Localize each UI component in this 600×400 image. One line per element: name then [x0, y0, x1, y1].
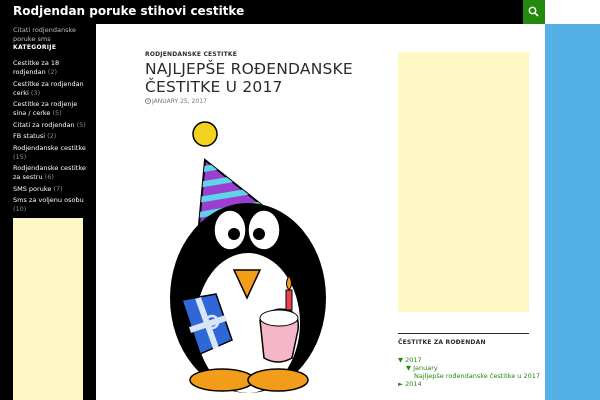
post-date-text: JANUARY 25, 2017: [152, 98, 207, 105]
sidebar-ad-placeholder: [13, 218, 83, 400]
category-count: (3): [30, 88, 41, 97]
list-item: Rodjendanske cestitke za sestru (6): [13, 164, 91, 182]
birthday-penguin-illustration: [170, 121, 326, 393]
category-link[interactable]: Cestitke za rodjenje sina / cerke: [13, 100, 77, 117]
list-item: Citati za rodjendan (5): [13, 121, 91, 130]
list-item: Rodjendanske cestitke (15): [13, 144, 91, 162]
list-item: SMS poruke (7): [13, 185, 91, 194]
left-sidebar: Citati rodjendanske poruke sms KATEGORIJ…: [0, 24, 96, 400]
list-item: FB statusi (2): [13, 132, 91, 141]
categories-list: Cestitke za 18 rodjendan (2) Cestitke za…: [13, 59, 91, 217]
list-item: Cestitke za 18 rodjendan (2): [13, 59, 91, 77]
archive-post-link[interactable]: Najljepše rođendanske čestitke u 2017: [414, 372, 540, 381]
categories-heading: KATEGORIJE: [13, 44, 57, 51]
archive-widget-title: ČESTITKE ZA ROĐENDAN: [398, 339, 486, 346]
category-link[interactable]: FB statusi: [13, 132, 45, 140]
clock-icon: [145, 98, 151, 104]
archive-year-2014[interactable]: ► 2014: [398, 380, 422, 389]
search-toggle-button[interactable]: [523, 0, 545, 24]
category-link[interactable]: Cestitke za rodjendan cerki: [13, 80, 84, 97]
list-item: Cestitke za rodjenje sina / cerke (5): [13, 100, 91, 118]
widget-divider: [398, 333, 529, 334]
site-tagline: Citati rodjendanske poruke sms: [13, 26, 77, 43]
category-link[interactable]: SMS poruke: [13, 185, 51, 193]
header-right-filler: [545, 0, 600, 24]
sidebar-ad-placeholder-right: [398, 52, 529, 312]
category-link[interactable]: Rodjendanske cestitke: [13, 144, 86, 152]
category-link[interactable]: Sms za voljenu osobu: [13, 196, 84, 204]
post-category-link[interactable]: RODJENDANSKE CESTITKE: [145, 51, 237, 58]
category-count: (7): [53, 184, 63, 193]
site-title[interactable]: Rodjendan poruke stihovi cestitke: [13, 4, 244, 18]
post-date[interactable]: JANUARY 25, 2017: [145, 98, 207, 105]
list-item: Sms za voljenu osobu (10): [13, 196, 91, 214]
category-count: (15): [13, 152, 27, 161]
top-header-bar: Rodjendan poruke stihovi cestitke: [0, 0, 545, 24]
search-icon: [528, 6, 539, 17]
post-title[interactable]: NAJLJEPŠE ROĐENDANSKE ČESTITKE U 2017: [145, 60, 380, 96]
category-count: (6): [44, 173, 54, 181]
category-count: (5): [52, 109, 62, 117]
category-count: (2): [47, 68, 58, 76]
category-count: (5): [76, 120, 86, 129]
category-count: (10): [13, 205, 27, 213]
page-background-strip: [545, 0, 600, 400]
category-count: (2): [47, 132, 57, 140]
list-item: Cestitke za rodjendan cerki (3): [13, 80, 91, 98]
category-link[interactable]: Citati za rodjendan: [13, 121, 75, 129]
